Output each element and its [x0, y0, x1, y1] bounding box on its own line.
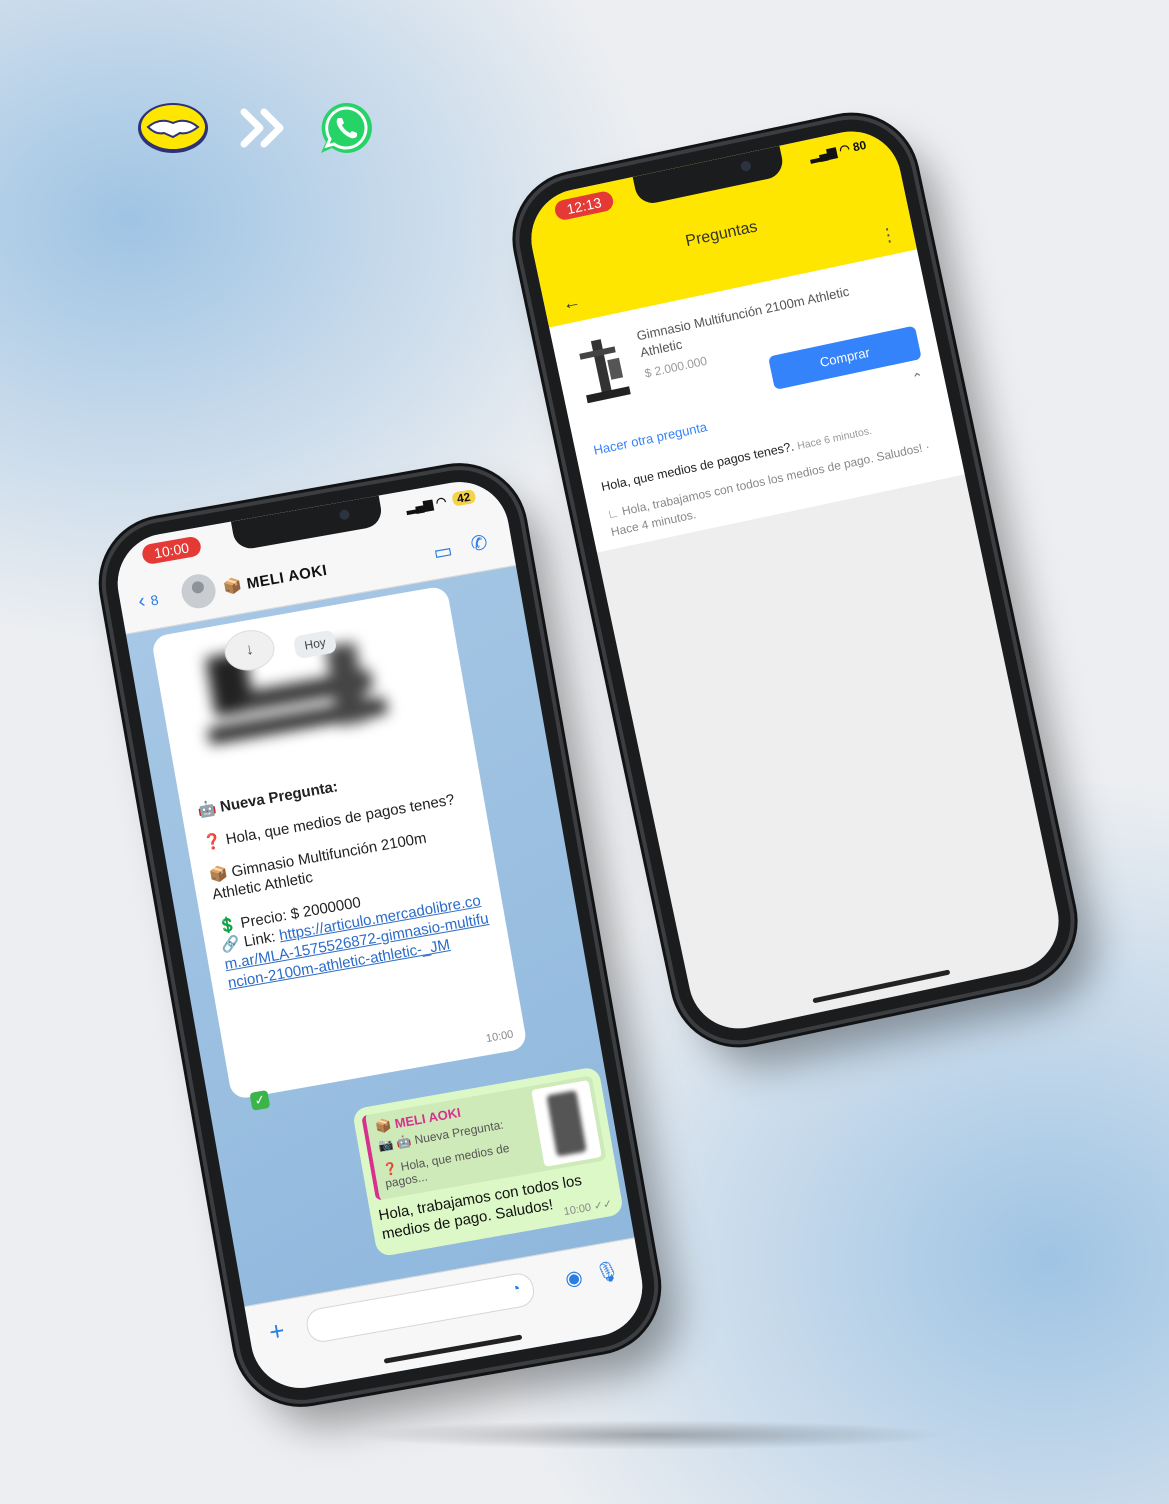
camera-icon[interactable]: ◉	[563, 1264, 585, 1292]
outgoing-message: 📦 MELI AOKI 📷 🤖 Nueva Pregunta: ❓ Hola, …	[351, 1066, 625, 1258]
back-button[interactable]: ‹ 8	[137, 588, 161, 614]
integration-logos	[136, 100, 374, 156]
video-call-icon[interactable]: ▭	[431, 538, 454, 566]
plus-icon[interactable]: +	[267, 1315, 287, 1348]
floor-shadow	[350, 1420, 950, 1450]
whatsapp-phone: 10:00 ▂▄▆ ◠ 42 ‹ 8 📦 MELI AOKI ▭ ✆ ↓ Hoy…	[95, 460, 665, 1410]
double-chevron-right-icon	[240, 108, 284, 148]
quoted-thumbnail	[531, 1080, 602, 1167]
check-icon: ✓	[249, 1089, 271, 1111]
ask-another-question-link[interactable]: Hacer otra pregunta	[592, 419, 708, 458]
whatsapp-logo-icon	[321, 102, 372, 153]
product-thumbnail	[579, 339, 631, 404]
incoming-message: ↓ Hoy 🤖 Nueva Pregunta: ❓ Hola, que medi…	[150, 585, 528, 1111]
message-time: 10:00	[485, 1028, 515, 1046]
home-indicator	[812, 969, 951, 1004]
mercadolibre-phone: 12:13 ▂▄▆ ◠ 80 Preguntas ← ⋮ Gimnasio Mu…	[507, 108, 1083, 1052]
sticker-icon[interactable]: ◔	[510, 1280, 523, 1299]
microphone-icon[interactable]: 🎙	[593, 1258, 622, 1287]
message-input[interactable]: ◔	[304, 1270, 537, 1345]
message-body: 🤖 Nueva Pregunta: ❓ Hola, que medios de …	[196, 755, 494, 993]
whatsapp-screen: 10:00 ▂▄▆ ◠ 42 ‹ 8 📦 MELI AOKI ▭ ✆ ↓ Hoy…	[109, 474, 651, 1396]
avatar[interactable]	[178, 571, 219, 611]
chevron-up-icon[interactable]: ⌃	[910, 369, 925, 388]
question-time: Hace 6 minutos.	[796, 424, 873, 453]
contact-name[interactable]: 📦 MELI AOKI	[222, 561, 329, 597]
mercadolibre-screen: 12:13 ▂▄▆ ◠ 80 Preguntas ← ⋮ Gimnasio Mu…	[522, 122, 1068, 1038]
buy-button[interactable]: Comprar	[767, 325, 922, 390]
product-image	[205, 641, 388, 745]
back-arrow-icon[interactable]: ←	[561, 291, 583, 315]
unread-count: 8	[149, 591, 160, 609]
composer-bar: + ◔ ◉ 🎙	[244, 1237, 651, 1396]
phone-call-icon[interactable]: ✆	[469, 530, 490, 558]
more-options-icon[interactable]: ⋮	[877, 223, 899, 247]
mercadolibre-logo-icon	[138, 103, 208, 153]
